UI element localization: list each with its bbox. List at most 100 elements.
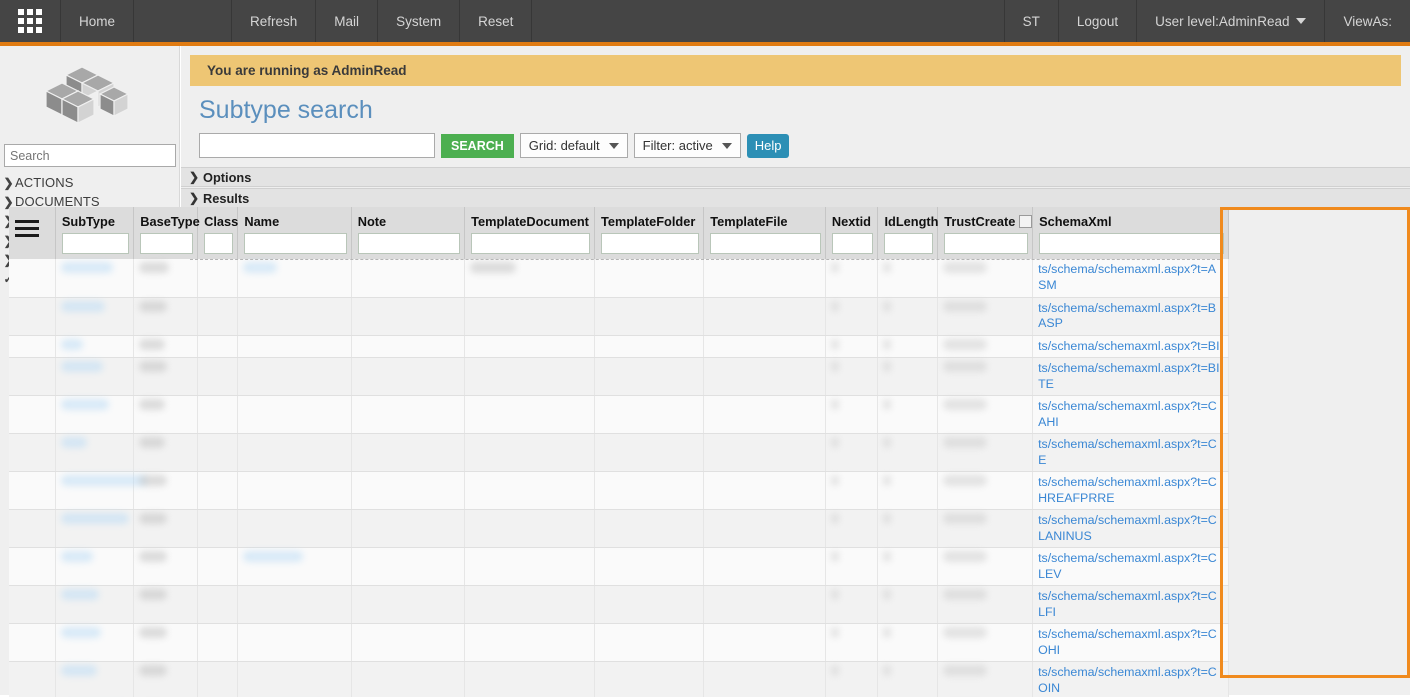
cell-schemaxml[interactable]: ts/schema/schemaxml.aspx?t=COIN	[1033, 662, 1229, 697]
filter-input-TemplateFile[interactable]	[710, 233, 821, 254]
table-row[interactable]: ts/schema/schemaxml.aspx?t=CLFI	[9, 586, 1229, 624]
filter-input-Note[interactable]	[358, 233, 460, 254]
schemaxml-link[interactable]: ts/schema/schemaxml.aspx?t=CHREAFPRRE	[1038, 475, 1217, 505]
column-header-TrustCreate[interactable]: TrustCreate	[938, 207, 1033, 259]
cell-TemplateFolder	[594, 624, 703, 662]
hamburger-menu-icon[interactable]	[15, 214, 51, 237]
cell-Name	[238, 510, 351, 548]
search-input[interactable]	[199, 133, 435, 158]
column-header-TemplateFolder[interactable]: TemplateFolder	[594, 207, 703, 259]
cell-schemaxml[interactable]: ts/schema/schemaxml.aspx?t=CLANINUS	[1033, 510, 1229, 548]
topbar-item-mail[interactable]: Mail	[316, 0, 378, 42]
column-header-TemplateFile[interactable]: TemplateFile	[704, 207, 826, 259]
results-table-container[interactable]: SubTypeBaseType ClassNameNoteTemplateDocu…	[9, 207, 1229, 697]
topbar-user-level-dropdown[interactable]: User level:AdminRead	[1137, 0, 1325, 42]
table-row[interactable]: ts/schema/schemaxml.aspx?t=BI	[9, 335, 1229, 358]
sidebar-item-actions[interactable]: ❯ACTIONS	[0, 173, 179, 192]
cell-TemplateFile	[704, 297, 826, 335]
table-row[interactable]: ts/schema/schemaxml.aspx?t=COHI	[9, 624, 1229, 662]
filter-input-TemplateFolder[interactable]	[601, 233, 699, 254]
schemaxml-link[interactable]: ts/schema/schemaxml.aspx?t=COHI	[1038, 627, 1217, 657]
redacted-value	[61, 551, 93, 565]
table-row[interactable]: ts/schema/schemaxml.aspx?t=CLANINUS	[9, 510, 1229, 548]
topbar-item-logout[interactable]: Logout	[1059, 0, 1137, 42]
schemaxml-link[interactable]: ts/schema/schemaxml.aspx?t=COIN	[1038, 665, 1217, 695]
cell-schemaxml[interactable]: ts/schema/schemaxml.aspx?t=BI	[1033, 335, 1229, 358]
column-header-IdLength[interactable]: IdLength	[878, 207, 938, 259]
search-button[interactable]: SEARCH	[441, 134, 514, 158]
column-header-BaseType[interactable]: BaseType	[134, 207, 198, 259]
schemaxml-link[interactable]: ts/schema/schemaxml.aspx?t=BASP	[1038, 301, 1216, 331]
schemaxml-link[interactable]: ts/schema/schemaxml.aspx?t=CE	[1038, 437, 1217, 467]
column-header-Name[interactable]: Name	[238, 207, 351, 259]
table-row[interactable]: ts/schema/schemaxml.aspx?t=CLEV	[9, 548, 1229, 586]
redacted-value	[139, 665, 167, 679]
cell-schemaxml[interactable]: ts/schema/schemaxml.aspx?t=CLFI	[1033, 586, 1229, 624]
topbar-item-viewas[interactable]: ViewAs:	[1325, 0, 1410, 42]
cell-BaseType	[134, 510, 198, 548]
topbar-item-home[interactable]: Home	[61, 0, 134, 42]
column-header-Note[interactable]: Note	[351, 207, 464, 259]
redacted-value	[883, 475, 891, 489]
filter-input-TrustCreate[interactable]	[944, 233, 1028, 254]
filter-input-Nextid[interactable]	[832, 233, 874, 254]
topbar-item-st[interactable]: ST	[1005, 0, 1059, 42]
filter-input-IdLength[interactable]	[884, 233, 933, 254]
table-row[interactable]: ts/schema/schemaxml.aspx?t=ASM	[9, 259, 1229, 297]
cell-schemaxml[interactable]: ts/schema/schemaxml.aspx?t=ASM	[1033, 259, 1229, 297]
cell-menu	[9, 335, 55, 358]
table-row[interactable]: ts/schema/schemaxml.aspx?t=CHREAFPRRE	[9, 472, 1229, 510]
table-row[interactable]: ts/schema/schemaxml.aspx?t=BASP	[9, 297, 1229, 335]
filter-input-SubType[interactable]	[62, 233, 129, 254]
trustcreate-header-checkbox[interactable]	[1019, 215, 1032, 228]
table-row[interactable]: ts/schema/schemaxml.aspx?t=BITE	[9, 358, 1229, 396]
filter-input-SchemaXml[interactable]	[1039, 233, 1224, 254]
column-header-Nextid[interactable]: Nextid	[825, 207, 878, 259]
cell-schemaxml[interactable]: ts/schema/schemaxml.aspx?t=COHI	[1033, 624, 1229, 662]
help-button[interactable]: Help	[747, 134, 790, 158]
filter-input-Class[interactable]	[204, 233, 233, 254]
cell-schemaxml[interactable]: ts/schema/schemaxml.aspx?t=BITE	[1033, 358, 1229, 396]
topbar-item-blank[interactable]	[134, 0, 232, 42]
cell-Class	[198, 510, 238, 548]
schemaxml-link[interactable]: ts/schema/schemaxml.aspx?t=ASM	[1038, 262, 1216, 292]
sidebar-search-input[interactable]	[4, 144, 176, 167]
chevron-down-icon	[1296, 18, 1306, 24]
table-row[interactable]: ts/schema/schemaxml.aspx?t=CE	[9, 434, 1229, 472]
options-section-toggle[interactable]: ❯ Options	[181, 167, 1410, 187]
table-row[interactable]: ts/schema/schemaxml.aspx?t=COIN	[9, 662, 1229, 697]
apps-grid-button[interactable]	[0, 0, 61, 42]
redacted-value	[61, 361, 103, 375]
column-header-label: Class	[204, 214, 238, 229]
schemaxml-link[interactable]: ts/schema/schemaxml.aspx?t=CLFI	[1038, 589, 1217, 619]
topbar-item-reset[interactable]: Reset	[460, 0, 532, 42]
cell-schemaxml[interactable]: ts/schema/schemaxml.aspx?t=CLEV	[1033, 548, 1229, 586]
filter-input-Name[interactable]	[244, 233, 346, 254]
cell-Name	[238, 472, 351, 510]
schemaxml-link[interactable]: ts/schema/schemaxml.aspx?t=BI	[1038, 339, 1219, 353]
cell-schemaxml[interactable]: ts/schema/schemaxml.aspx?t=BASP	[1033, 297, 1229, 335]
filter-select-dropdown[interactable]: Filter: active	[634, 133, 741, 158]
column-header-TemplateDocument[interactable]: TemplateDocument	[465, 207, 595, 259]
cell-TrustCreate	[938, 434, 1033, 472]
column-header-SubType[interactable]: SubType	[55, 207, 133, 259]
column-header-SchemaXml[interactable]: SchemaXml	[1033, 207, 1229, 259]
topbar-item-system[interactable]: System	[378, 0, 460, 42]
filter-input-BaseType[interactable]	[140, 233, 193, 254]
filter-input-TemplateDocument[interactable]	[471, 233, 590, 254]
column-header-menu[interactable]	[9, 207, 55, 259]
topbar-item-refresh[interactable]: Refresh	[232, 0, 316, 42]
grid-select-dropdown[interactable]: Grid: default	[520, 133, 628, 158]
cell-schemaxml[interactable]: ts/schema/schemaxml.aspx?t=CHREAFPRRE	[1033, 472, 1229, 510]
cell-schemaxml[interactable]: ts/schema/schemaxml.aspx?t=CAHI	[1033, 396, 1229, 434]
cell-IdLength	[878, 548, 938, 586]
results-section-toggle[interactable]: ❯ Results	[181, 188, 1410, 208]
table-row[interactable]: ts/schema/schemaxml.aspx?t=CAHI	[9, 396, 1229, 434]
schemaxml-link[interactable]: ts/schema/schemaxml.aspx?t=CLANINUS	[1038, 513, 1217, 543]
schemaxml-link[interactable]: ts/schema/schemaxml.aspx?t=CAHI	[1038, 399, 1217, 429]
schemaxml-link[interactable]: ts/schema/schemaxml.aspx?t=CLEV	[1038, 551, 1217, 581]
column-header-Class[interactable]: Class	[198, 207, 238, 259]
cell-schemaxml[interactable]: ts/schema/schemaxml.aspx?t=CE	[1033, 434, 1229, 472]
schemaxml-link[interactable]: ts/schema/schemaxml.aspx?t=BITE	[1038, 361, 1219, 391]
cell-Class	[198, 358, 238, 396]
